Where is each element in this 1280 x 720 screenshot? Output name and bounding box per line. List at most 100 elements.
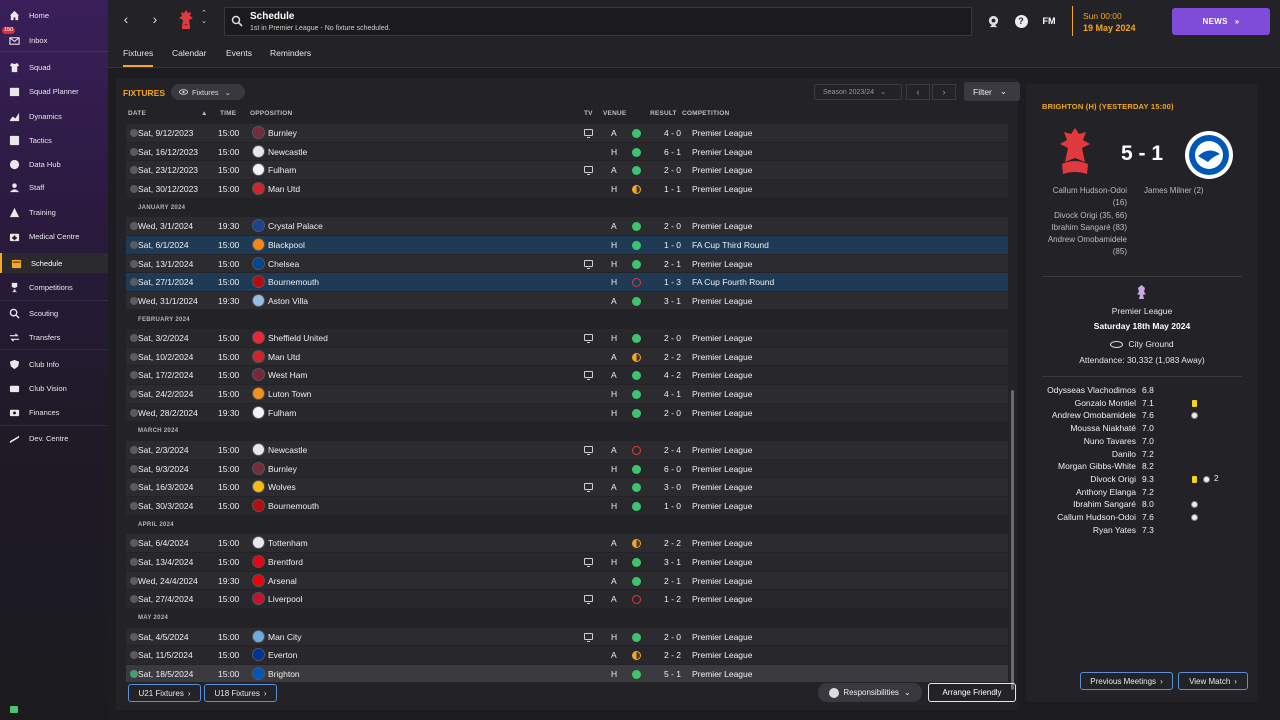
nottingham-forest-crest-icon[interactable] [1060, 128, 1090, 178]
sidebar-item-inbox[interactable]: Inbox 150 [0, 27, 108, 50]
table-row[interactable]: Sat, 18/5/2024 15:00 Brighton H 5 - 1 Premier… [126, 664, 1008, 683]
sidebar-item-tactics[interactable]: Tactics [0, 130, 108, 150]
sidebar-item-finances[interactable]: Finances [0, 402, 108, 422]
arrange-friendly-button[interactable]: Arrange Friendly [928, 683, 1016, 702]
club-crest-icon[interactable] [179, 10, 193, 30]
sidebar-item-data-hub[interactable]: Data Hub [0, 154, 108, 174]
fixture-date: Sat, 9/12/2023 [138, 128, 194, 138]
manager-icon[interactable] [986, 14, 1000, 28]
news-button[interactable]: NEWS » [1172, 8, 1270, 35]
filter-button[interactable]: Filter ⌄ [964, 82, 1020, 101]
fixture-time: 19:30 [218, 221, 240, 232]
sidebar-item-competitions[interactable]: Competitions [0, 277, 108, 297]
next-season-button[interactable]: › [932, 84, 956, 100]
player-name[interactable]: Ibrahim Sangaré [1026, 499, 1136, 509]
previous-season-button[interactable]: ‹ [906, 84, 930, 100]
fixtures-view-dropdown[interactable]: Fixtures ⌄ [171, 84, 245, 100]
player-name[interactable]: Moussa Niakhaté [1026, 423, 1136, 433]
table-row[interactable]: Sat, 24/2/2024 15:00 Luton Town H 4 - 1 Premi… [126, 385, 1008, 403]
table-row[interactable]: Sat, 30/3/2024 15:00 Bournemouth H 1 - 0 Prem… [126, 497, 1008, 515]
player-rating: 7.0 [1142, 423, 1154, 434]
sidebar-item-schedule[interactable]: Schedule [0, 253, 108, 273]
sidebar-item-training[interactable]: Training [0, 202, 108, 222]
player-name[interactable]: Morgan Gibbs-White [1026, 461, 1136, 471]
previous-meetings-button[interactable]: Previous Meetings › [1080, 672, 1173, 690]
player-name[interactable]: Gonzalo Montiel [1026, 398, 1136, 408]
column-header-date[interactable]: DATE [128, 110, 146, 117]
column-header-venue[interactable]: VENUE [603, 110, 626, 117]
responsibilities-button[interactable]: Responsibilities ⌄ [818, 683, 922, 702]
column-header-time[interactable]: TIME [220, 110, 236, 117]
tv-icon [584, 632, 593, 642]
table-row[interactable]: Sat, 23/12/2023 15:00 Fulham A 2 - 0 Premier … [126, 161, 1008, 179]
table-row[interactable]: Sat, 13/1/2024 15:00 Chelsea H 2 - 1 Premier … [126, 254, 1008, 273]
column-header-opposition[interactable]: OPPOSITION [250, 110, 292, 117]
table-row[interactable]: Wed, 24/4/2024 19:30 Arsenal A 2 - 1 Premier … [126, 571, 1008, 590]
column-header-result[interactable]: RESULT [650, 110, 677, 117]
table-row[interactable]: Sat, 6/1/2024 15:00 Blackpool H 1 - 0 FA Cup … [126, 235, 1008, 254]
view-match-button[interactable]: View Match › [1178, 672, 1248, 690]
table-row[interactable]: Sat, 13/4/2024 15:00 Brentford H 3 - 1 Premie… [126, 552, 1008, 571]
sort-arrow-icon[interactable]: ▲ [201, 110, 208, 117]
back-arrow-icon[interactable]: ‹ [120, 12, 132, 26]
player-name[interactable]: Callum Hudson-Odoi [1026, 512, 1136, 522]
help-icon[interactable]: ? [1014, 14, 1028, 28]
sidebar-item-dynamics[interactable]: Dynamics [0, 106, 108, 126]
sidebar-item-medical-centre[interactable]: Medical Centre [0, 226, 108, 246]
scrollbar[interactable] [1011, 390, 1014, 690]
player-name[interactable]: Nuno Tavares [1026, 436, 1136, 446]
column-header-competition[interactable]: COMPETITION [682, 110, 729, 117]
tab-reminders[interactable]: Reminders [270, 48, 311, 58]
table-row[interactable]: Wed, 31/1/2024 19:30 Aston Villa A 3 - 1 Prem… [126, 291, 1008, 310]
fm-menu-icon[interactable]: FM [1042, 14, 1056, 28]
sidebar-item-transfers[interactable]: Transfers [0, 327, 108, 347]
goal-icon [1191, 514, 1198, 521]
u21-fixtures-button[interactable]: U21 Fixtures › [128, 684, 201, 702]
fixture-time: 15:00 [218, 277, 240, 288]
player-name[interactable]: Odysseas Vlachodimos [1026, 385, 1136, 395]
table-row[interactable]: Sat, 2/3/2024 15:00 Newcastle A 2 - 4 Premier… [126, 441, 1008, 459]
tab-fixtures[interactable]: Fixtures [123, 48, 154, 67]
table-row[interactable]: Sat, 16/3/2024 15:00 Wolves A 3 - 0 Premier L… [126, 478, 1008, 496]
sidebar-item-squad-planner[interactable]: Squad Planner [0, 81, 108, 101]
player-name[interactable]: Andrew Omobamidele [1026, 410, 1136, 420]
table-row[interactable]: Sat, 27/4/2024 15:00 Liverpool A 1 - 2 Premie… [126, 590, 1008, 608]
season-selector[interactable]: Season 2023/24 ⌄ [814, 84, 902, 100]
sidebar-item-club-info[interactable]: Club Info [0, 354, 108, 374]
table-row[interactable]: Sat, 27/1/2024 15:00 Bournemouth H 1 - 3 FA C… [126, 273, 1008, 291]
table-row[interactable]: Sat, 16/12/2023 15:00 Newcastle H 6 - 1 Premi… [126, 142, 1008, 161]
table-row[interactable]: Sat, 6/4/2024 15:00 Tottenham A 2 - 2 Premier… [126, 534, 1008, 552]
table-row[interactable]: Sat, 10/2/2024 15:00 Man Utd A 2 - 2 Premier … [126, 347, 1008, 366]
sidebar-item-club-vision[interactable]: Club Vision [0, 378, 108, 398]
player-name[interactable]: Danilo [1026, 449, 1136, 459]
brighton-crest-icon[interactable] [1184, 130, 1234, 180]
table-row[interactable]: Sat, 9/12/2023 15:00 Burnley A 4 - 0 Premier … [126, 124, 1008, 142]
sidebar-item-squad[interactable]: Squad [0, 57, 108, 77]
table-row[interactable]: Sat, 4/5/2024 15:00 Man City H 2 - 0 Premier … [126, 627, 1008, 646]
table-row[interactable]: Sat, 3/2/2024 15:00 Sheffield United H 2 - 0… [126, 329, 1008, 347]
stadium-icon [1110, 341, 1124, 349]
row-status-icon [130, 184, 138, 193]
forward-arrow-icon[interactable]: › [149, 12, 161, 26]
tab-events[interactable]: Events [226, 48, 252, 58]
sidebar-item-home[interactable]: Home [0, 5, 108, 25]
table-row[interactable]: Wed, 28/2/2024 19:30 Fulham H 2 - 0 Premier L… [126, 403, 1008, 422]
tab-calendar[interactable]: Calendar [172, 48, 207, 58]
sidebar-item-dev-centre[interactable]: Dev. Centre [0, 428, 108, 448]
sidebar-item-staff[interactable]: Staff [0, 177, 108, 197]
team-crest-icon [252, 275, 265, 289]
table-row[interactable]: Sat, 11/5/2024 15:00 Everton A 2 - 2 Premier … [126, 646, 1008, 664]
player-name[interactable]: Divock Origi [1026, 474, 1136, 484]
club-switch-chevron-icon[interactable]: ⌃ ⌄ [201, 10, 207, 26]
table-row[interactable]: Sat, 17/2/2024 15:00 West Ham A 4 - 2 Premier… [126, 366, 1008, 385]
sidebar-item-scouting[interactable]: Scouting [0, 303, 108, 323]
title-search-box[interactable]: Schedule 1st in Premier League - No fixt… [224, 7, 972, 36]
u18-fixtures-button[interactable]: U18 Fixtures › [204, 684, 277, 702]
table-row[interactable]: Sat, 9/3/2024 15:00 Burnley H 6 - 0 Premier L… [126, 459, 1008, 478]
fixture-score: 3 - 1 [664, 556, 682, 567]
table-row[interactable]: Wed, 3/1/2024 19:30 Crystal Palace A 2 - 0 Pr… [126, 217, 1008, 235]
table-row[interactable]: Sat, 30/12/2023 15:00 Man Utd H 1 - 1 Premier… [126, 179, 1008, 198]
column-header-tv[interactable]: TV [584, 110, 593, 117]
player-name[interactable]: Anthony Elanga [1026, 487, 1136, 497]
player-name[interactable]: Ryan Yates [1026, 525, 1136, 535]
